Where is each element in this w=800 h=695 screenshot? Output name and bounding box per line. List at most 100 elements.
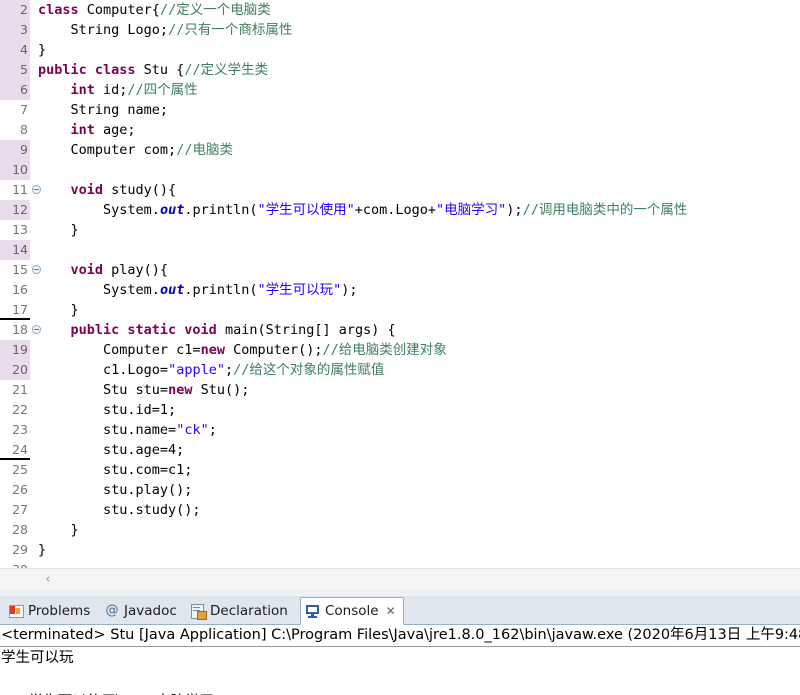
code-line[interactable]: 19 Computer c1=new Computer();//给电脑类创建对象: [0, 340, 800, 360]
code-line[interactable]: 7 String name;: [0, 100, 800, 120]
code-text[interactable]: void play(){: [38, 260, 169, 280]
code-token-plain: }: [70, 522, 79, 538]
code-line[interactable]: 11 void study(){: [0, 180, 800, 200]
editor-horizontal-scroll-area[interactable]: ‹: [0, 568, 800, 591]
code-text[interactable]: }: [38, 520, 79, 540]
code-token-plain: Stu();: [200, 382, 250, 398]
tab-javadoc[interactable]: @ Javadoc: [100, 598, 184, 624]
code-text[interactable]: }: [38, 40, 46, 60]
code-text[interactable]: }: [38, 540, 46, 560]
code-line[interactable]: 8 int age;: [0, 120, 800, 140]
code-token-plain: String Logo;: [70, 22, 169, 38]
code-line[interactable]: 18 public static void main(String[] args…: [0, 320, 800, 340]
close-icon[interactable]: ✕: [386, 605, 396, 617]
code-text[interactable]: void study(){: [38, 180, 177, 200]
code-text[interactable]: Computer c1=new Computer();//给电脑类创建对象: [38, 340, 447, 360]
code-token-plain: System.: [103, 202, 160, 218]
code-token-kw: public static void: [70, 322, 225, 338]
line-number: 3: [0, 20, 30, 40]
code-text[interactable]: }: [38, 220, 79, 240]
code-line[interactable]: 29}: [0, 540, 800, 560]
code-line[interactable]: 24 stu.age=4;: [0, 440, 800, 460]
scroll-left-arrow-icon[interactable]: ‹: [40, 572, 56, 588]
code-line[interactable]: 2 class Computer{//定义一个电脑类: [0, 0, 800, 20]
fold-column[interactable]: [30, 240, 44, 260]
code-token-plain: );: [506, 202, 523, 218]
code-text[interactable]: stu.name="ck";: [38, 420, 217, 440]
code-line[interactable]: 21 Stu stu=new Stu();: [0, 380, 800, 400]
code-line[interactable]: 27 stu.study();: [0, 500, 800, 520]
code-text[interactable]: System.out.println("学生可以使用"+com.Logo+"电脑…: [38, 200, 687, 220]
code-token-plain: }: [70, 302, 79, 318]
code-token-cmt: //给这个对象的属性赋值: [233, 362, 385, 378]
console-output-area[interactable]: <terminated> Stu [Java Application] C:\P…: [0, 625, 800, 695]
tab-label: Declaration: [210, 603, 288, 619]
code-text[interactable]: class Computer{//定义一个电脑类: [38, 0, 271, 20]
code-text[interactable]: Computer com;//电脑类: [38, 140, 233, 160]
bottom-panel: Problems @ Javadoc Declaration Console ✕ <ter…: [0, 596, 800, 695]
code-text[interactable]: Stu stu=new Stu();: [38, 380, 249, 400]
code-token-plain: ;: [208, 422, 217, 438]
code-line[interactable]: 28 }: [0, 520, 800, 540]
code-line[interactable]: 16 System.out.println("学生可以玩");: [0, 280, 800, 300]
code-token-plain: }: [38, 542, 47, 558]
code-line[interactable]: 23 stu.name="ck";: [0, 420, 800, 440]
line-number: 21: [12, 382, 28, 397]
code-line[interactable]: 20 c1.Logo="apple";//给这个对象的属性赋值: [0, 360, 800, 380]
code-text[interactable]: }: [38, 300, 79, 320]
code-line[interactable]: 5 public class Stu {//定义学生类: [0, 60, 800, 80]
code-line[interactable]: 17 }: [0, 300, 800, 320]
code-line[interactable]: 15 void play(){: [0, 260, 800, 280]
code-token-cmt: //电脑类: [176, 142, 233, 158]
code-line[interactable]: 26 stu.play();: [0, 480, 800, 500]
code-text[interactable]: stu.study();: [38, 500, 201, 520]
code-text[interactable]: c1.Logo="apple";//给这个对象的属性赋值: [38, 360, 384, 380]
code-line[interactable]: 22 stu.id=1;: [0, 400, 800, 420]
line-number: 28: [12, 522, 28, 537]
fold-column[interactable]: [30, 160, 44, 180]
code-text[interactable]: stu.com=c1;: [38, 460, 192, 480]
java-source-editor[interactable]: 2 class Computer{//定义一个电脑类 3 String Logo;/…: [0, 0, 800, 570]
code-line[interactable]: 10: [0, 160, 800, 180]
code-line[interactable]: 13 }: [0, 220, 800, 240]
code-text[interactable]: String Logo;//只有一个商标属性: [38, 20, 293, 40]
code-text[interactable]: public class Stu {//定义学生类: [38, 60, 268, 80]
code-text[interactable]: stu.play();: [38, 480, 192, 500]
code-text[interactable]: String name;: [38, 100, 169, 120]
code-token-str: "ck": [176, 422, 209, 438]
code-text[interactable]: stu.age=4;: [38, 440, 184, 460]
code-line[interactable]: 25 stu.com=c1;: [0, 460, 800, 480]
line-number: 8: [20, 122, 28, 137]
code-line[interactable]: 3 String Logo;//只有一个商标属性: [0, 20, 800, 40]
code-token-kw: public class: [38, 62, 144, 78]
tab-console[interactable]: Console ✕: [300, 597, 404, 625]
code-token-kw: class: [38, 2, 87, 18]
code-token-str: "学生可以玩": [257, 282, 342, 298]
code-line-list[interactable]: 2 class Computer{//定义一个电脑类 3 String Logo;/…: [0, 0, 800, 570]
code-line[interactable]: 14: [0, 240, 800, 260]
code-text[interactable]: stu.id=1;: [38, 400, 176, 420]
code-token-plain: play(){: [111, 262, 169, 278]
code-text[interactable]: int age;: [38, 120, 136, 140]
code-line[interactable]: 12 System.out.println("学生可以使用"+com.Logo+…: [0, 200, 800, 220]
code-line[interactable]: 9 Computer com;//电脑类: [0, 140, 800, 160]
code-token-kw: int: [70, 82, 104, 98]
code-text[interactable]: System.out.println("学生可以玩");: [38, 280, 357, 300]
code-token-plain: stu.com=c1;: [103, 462, 193, 478]
code-line[interactable]: 4}: [0, 40, 800, 60]
tab-declaration[interactable]: Declaration: [186, 598, 295, 624]
code-text[interactable]: public static void main(String[] args) {: [38, 320, 396, 340]
tab-problems[interactable]: Problems: [4, 598, 97, 624]
code-line[interactable]: 6 int id;//四个属性: [0, 80, 800, 100]
code-token-plain: String name;: [70, 102, 169, 118]
view-tab-bar[interactable]: Problems @ Javadoc Declaration Console ✕: [0, 596, 800, 625]
code-text[interactable]: int id;//四个属性: [38, 80, 198, 100]
